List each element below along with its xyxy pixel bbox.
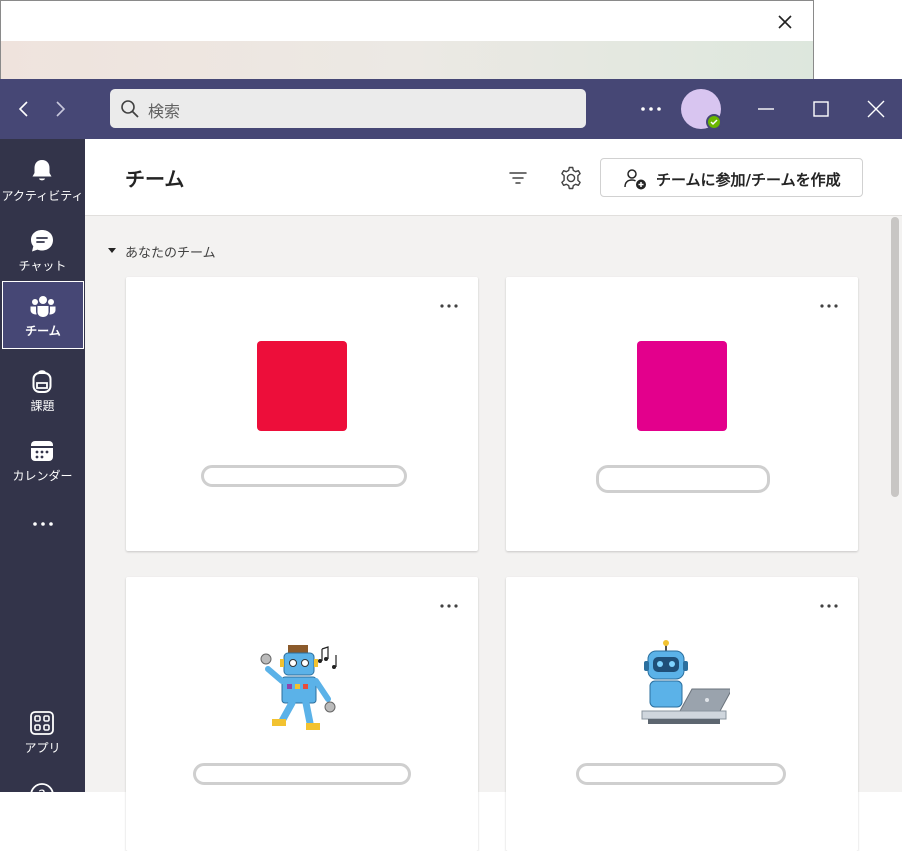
title-bar: 検索: [0, 79, 902, 139]
dialog-banner: [1, 41, 813, 80]
team-name-redacted: [596, 465, 770, 493]
search-placeholder: 検索: [148, 102, 181, 121]
team-name-redacted: [576, 763, 786, 785]
presence-available-icon: [706, 114, 722, 130]
more-options-icon[interactable]: [438, 597, 460, 615]
backpack-icon: [32, 370, 52, 393]
more-options-icon[interactable]: [638, 99, 664, 119]
rail-item-teams[interactable]: チーム: [2, 281, 84, 349]
people-add-icon: [624, 169, 646, 190]
close-icon[interactable]: [776, 13, 794, 31]
robot-laptop-image: [634, 639, 730, 735]
team-card[interactable]: [506, 277, 858, 551]
more-apps-icon[interactable]: [30, 514, 56, 534]
teams-header: チーム チームに参加/チームを作成: [85, 139, 902, 216]
rail-item-apps[interactable]: アプリ: [0, 699, 85, 767]
robot-music-image: [254, 639, 350, 735]
forward-arrow-icon[interactable]: [48, 97, 72, 121]
calendar-icon: [31, 441, 53, 461]
team-name-redacted: [193, 763, 411, 785]
join-or-create-team-button[interactable]: チームに参加/チームを作成: [600, 158, 863, 197]
team-avatar-tile: [257, 341, 347, 431]
teams-main-pane: チーム チームに参加/チームを作成 あなたのチーム: [85, 139, 902, 851]
help-label: ?: [38, 788, 45, 804]
back-arrow-icon[interactable]: [12, 97, 36, 121]
team-avatar-tile: [637, 341, 727, 431]
maximize-icon[interactable]: [808, 96, 834, 122]
search-icon: [121, 100, 139, 118]
caret-down-icon: [108, 248, 116, 253]
rail-item-assignments[interactable]: 課題: [0, 357, 85, 425]
more-options-icon[interactable]: [818, 597, 840, 615]
rail-item-chat[interactable]: チャット: [0, 217, 85, 285]
team-name-redacted: [201, 465, 407, 487]
teams-icon: [30, 296, 56, 317]
search-input[interactable]: 検索: [110, 89, 586, 128]
section-label: あなたのチーム: [125, 246, 216, 261]
team-card[interactable]: [126, 577, 478, 851]
gear-icon[interactable]: [557, 164, 585, 192]
bell-icon: [32, 160, 52, 181]
minimize-icon[interactable]: [753, 96, 779, 122]
close-window-icon[interactable]: [863, 96, 889, 122]
chat-icon: [31, 230, 53, 252]
help-icon: ?: [30, 783, 54, 807]
join-button-label: チームに参加/チームを作成: [656, 171, 841, 189]
scrollbar[interactable]: [891, 217, 899, 497]
rail-item-activity[interactable]: アクティビティ: [0, 147, 85, 215]
more-options-icon[interactable]: [818, 297, 840, 315]
apps-icon: [30, 711, 54, 735]
team-card[interactable]: [126, 277, 478, 551]
rail-item-help[interactable]: ?: [0, 771, 85, 839]
team-card[interactable]: [506, 577, 858, 851]
background-dialog: [0, 0, 814, 80]
filter-icon[interactable]: [505, 165, 531, 191]
more-options-icon[interactable]: [438, 297, 460, 315]
app-rail: アクティビティ チャット チーム 課題 カレンダー アプリ ?: [0, 139, 85, 807]
page-title: チーム: [125, 167, 185, 191]
rail-item-calendar[interactable]: カレンダー: [0, 427, 85, 495]
